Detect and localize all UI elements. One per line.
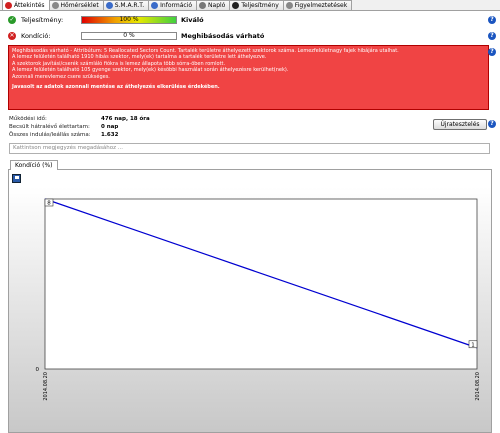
stats-list: Működési idő: 476 nap, 18 óra Becsült há… <box>9 115 150 139</box>
tab-2[interactable]: S.M.A.R.T. <box>102 0 150 10</box>
data-label: 8 <box>47 201 51 207</box>
plot-area <box>44 198 478 370</box>
retest-button[interactable]: Újratesztelés <box>433 119 487 130</box>
condition-label: Kondíció: <box>21 31 51 40</box>
x-tick-label: 2014.08.20 <box>475 372 481 401</box>
performance-icon <box>232 2 240 9</box>
data-label: 1 <box>471 342 475 348</box>
tab-5[interactable]: Teljesítmény <box>229 0 284 10</box>
alert-box: Meghibásodás várható - Attribútum: 5 Rea… <box>8 45 489 110</box>
tab-4[interactable]: Napló <box>196 0 231 10</box>
stat-power-cycles: Összes indulás/leállás száma: 1.632 <box>9 132 119 138</box>
condition-status: Meghibásodás várható <box>181 31 265 40</box>
smart-icon <box>105 2 113 9</box>
tab-label: Teljesítmény <box>241 2 279 9</box>
tab-0[interactable]: Áttekintés <box>2 0 50 10</box>
tab-condition-chart[interactable]: Kondíció (%) <box>10 160 58 170</box>
tab-label: Figyelmeztetések <box>294 2 348 9</box>
log-icon <box>199 2 207 9</box>
health-bar: 100 % <box>81 15 177 24</box>
save-icon[interactable] <box>12 174 21 183</box>
thermometer-icon <box>51 2 59 9</box>
check-icon: ✓ <box>8 15 16 24</box>
y-tick-label: 0 <box>36 367 40 373</box>
condition-row: ✕ Kondíció: 0 % Meghibásodás várható <box>8 30 264 41</box>
error-icon <box>5 1 12 9</box>
tab-3[interactable]: Információ <box>148 0 198 10</box>
retest-help-icon[interactable]: ? <box>488 120 496 128</box>
health-help-icon[interactable]: ? <box>488 16 496 24</box>
tab-bar: Áttekintés Hőmérséklet S.M.A.R.T. Informáci… <box>0 0 500 11</box>
health-status: Kiváló <box>181 15 204 24</box>
info-icon <box>151 2 159 9</box>
stat-uptime: Működési idő: 476 nap, 18 óra <box>9 116 150 122</box>
health-label: Teljesítmény: <box>21 15 64 24</box>
alert-line: Azonnali merevlemez csere szükséges. <box>12 73 110 80</box>
alerts-icon <box>285 2 293 9</box>
comment-input[interactable]: Kattintson megjegyzés megadásához ... <box>9 143 490 154</box>
condition-help-icon[interactable]: ? <box>488 32 496 40</box>
tab-label: Napló <box>208 2 226 9</box>
tab-label: Hőmérséklet <box>60 2 99 9</box>
condition-chart: 82014.08.2012014.08.200 <box>9 187 491 432</box>
error-icon: ✕ <box>8 31 16 40</box>
tab-label: Információ <box>160 2 193 9</box>
tab-label: Áttekintés <box>14 1 45 9</box>
tab-label: S.M.A.R.T. <box>114 2 145 9</box>
health-row: ✓ Teljesítmény: 100 % Kiváló <box>8 14 204 25</box>
alert-recommendation: Javasolt az adatok azonnali mentése az á… <box>12 84 220 91</box>
tab-6[interactable]: Figyelmeztetések <box>282 0 353 10</box>
x-tick-label: 2014.08.20 <box>43 372 49 401</box>
alert-help-icon[interactable]: ? <box>488 48 496 56</box>
tab-1[interactable]: Hőmérséklet <box>48 0 104 10</box>
condition-bar: 0 % <box>81 31 177 40</box>
stat-remaining-life: Becsült hátralévő élettartam: 0 nap <box>9 124 119 130</box>
